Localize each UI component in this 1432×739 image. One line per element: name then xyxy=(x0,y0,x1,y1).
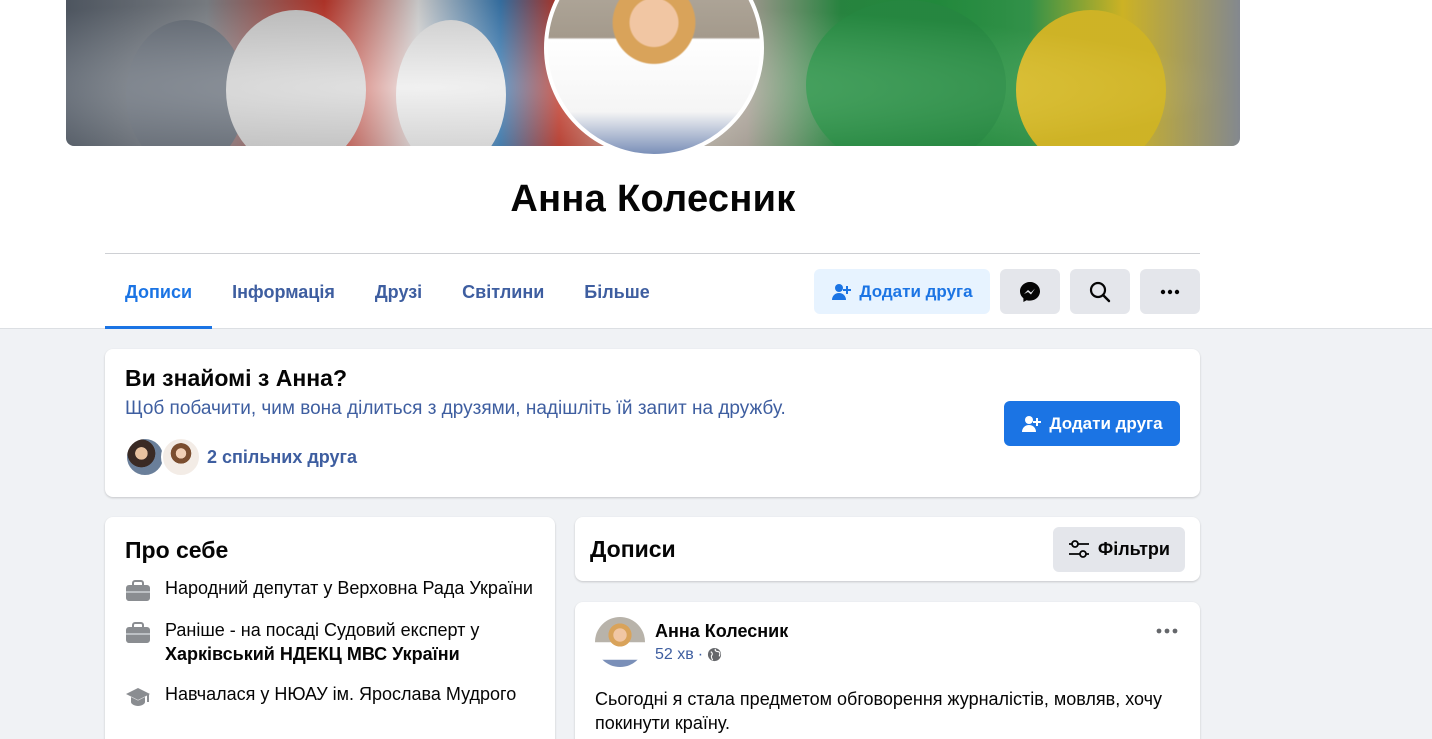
add-friend-primary-label: Додати друга xyxy=(1049,413,1163,433)
post-card: Анна Колесник 52 хв · Сьогодні я стала п… xyxy=(575,602,1200,739)
meta-separator: · xyxy=(697,645,704,663)
posts-title: Дописи xyxy=(590,535,676,562)
add-friend-primary-button[interactable]: Додати друга xyxy=(1004,401,1180,446)
mutual-friends[interactable]: 2 спільних друга xyxy=(125,437,357,477)
filters-label: Фільтри xyxy=(1097,538,1170,559)
about-item-former-work: Раніше - на посаді Судовий експерт у Хар… xyxy=(125,618,535,666)
posts-header: Дописи Фільтри xyxy=(575,517,1200,581)
tab-info[interactable]: Інформація xyxy=(212,256,355,329)
about-item-text: Раніше - на посаді Судовий експерт у xyxy=(165,620,480,640)
tab-friends[interactable]: Друзі xyxy=(355,256,442,329)
briefcase-icon xyxy=(125,580,151,602)
briefcase-icon xyxy=(125,622,151,666)
about-item-work: Народний депутат у Верховна Рада України xyxy=(125,576,535,602)
globe-icon[interactable] xyxy=(707,647,722,662)
post-author-avatar[interactable] xyxy=(595,617,645,667)
post-text: Сьогодні я стала предметом обговорення ж… xyxy=(595,689,1162,733)
mutual-friend-avatar[interactable] xyxy=(125,437,165,477)
graduation-cap-icon xyxy=(125,686,151,708)
about-card: Про себе Народний депутат у Верховна Рад… xyxy=(105,517,555,739)
tab-posts[interactable]: Дописи xyxy=(105,256,213,329)
post-header: Анна Колесник 52 хв · xyxy=(595,617,1180,667)
about-item-text: Навчалася у НЮАУ ім. Ярослава Мудрого xyxy=(165,684,517,704)
post-author-name[interactable]: Анна Колесник xyxy=(655,621,788,642)
profile-header: Анна Колесник Дописи Інформація Друзі Св… xyxy=(0,0,1432,329)
add-person-icon xyxy=(1021,414,1042,434)
about-item-text: Народний депутат у Верховна Рада України xyxy=(165,578,533,598)
post-meta: 52 хв · xyxy=(655,646,788,664)
messenger-button[interactable] xyxy=(1000,269,1060,314)
about-item-education: Навчалася у НЮАУ ім. Ярослава Мудрого xyxy=(125,682,535,708)
workplace-link[interactable]: Харківський НДЕКЦ МВС України xyxy=(165,644,460,664)
mutual-friend-avatar[interactable] xyxy=(161,437,201,477)
filters-icon xyxy=(1068,540,1090,558)
profile-tabs: Дописи Інформація Друзі Світлини Більше xyxy=(105,256,670,329)
filters-button[interactable]: Фільтри xyxy=(1052,526,1185,572)
know-card: Ви знайомі з Анна? Щоб побачити, чим вон… xyxy=(105,349,1200,497)
mutual-friends-link[interactable]: 2 спільних друга xyxy=(207,447,357,468)
about-title: Про себе xyxy=(125,537,229,563)
tab-more[interactable]: Більше xyxy=(564,256,669,329)
messenger-icon xyxy=(1019,281,1041,303)
search-icon xyxy=(1089,281,1111,303)
post-time[interactable]: 52 хв xyxy=(655,646,694,664)
add-friend-label: Додати друга xyxy=(859,281,973,301)
tab-photos[interactable]: Світлини xyxy=(442,256,564,329)
profile-name: Анна Колесник xyxy=(510,178,796,220)
add-person-icon xyxy=(831,282,852,302)
add-friend-button[interactable]: Додати друга xyxy=(814,269,990,314)
know-title: Ви знайомі з Анна? xyxy=(125,365,347,391)
profile-actions: Додати друга xyxy=(814,269,1200,314)
more-button[interactable] xyxy=(1140,269,1200,314)
search-button[interactable] xyxy=(1070,269,1130,314)
header-divider xyxy=(105,253,1200,254)
post-options-icon[interactable] xyxy=(1156,628,1178,634)
more-icon xyxy=(1160,289,1180,295)
